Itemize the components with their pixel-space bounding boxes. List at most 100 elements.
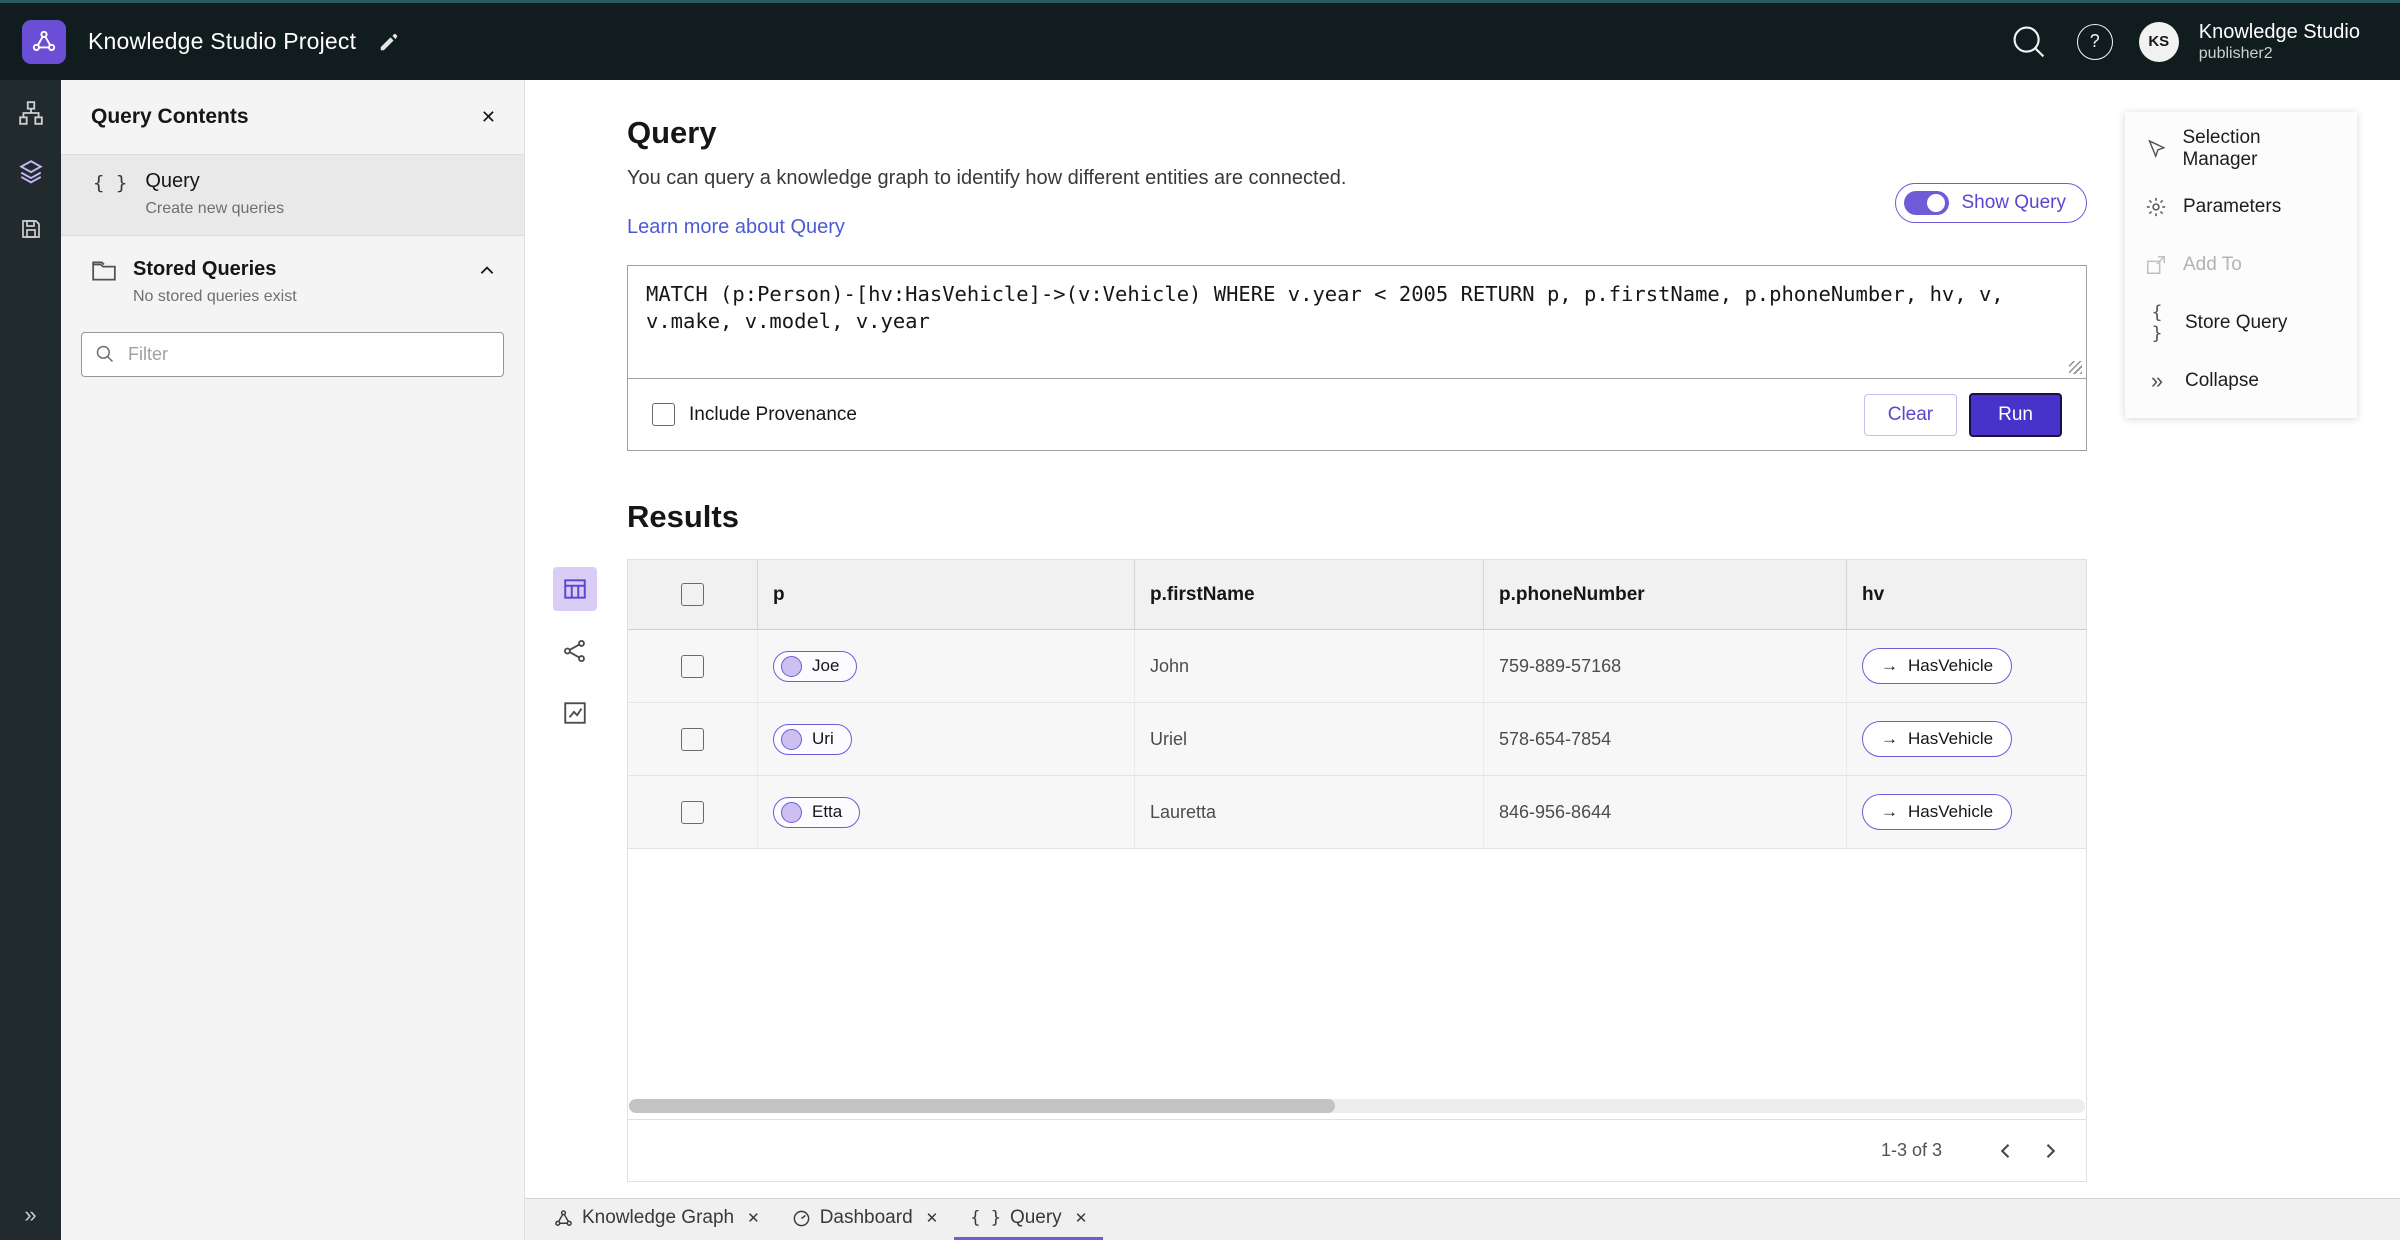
column-header-p[interactable]: p [758,560,1135,629]
topbar: Knowledge Studio Project ? KS Knowledge … [0,0,2400,80]
edge-pill[interactable]: → HasVehicle [1862,721,2013,757]
entity-pill[interactable]: Joe [773,650,858,682]
scrollbar-track[interactable] [629,1099,2085,1113]
query-item[interactable]: { } Query Create new queries [61,154,524,236]
avatar[interactable]: KS [2138,21,2179,62]
selection-manager-item[interactable]: Selection Manager [2125,120,2357,178]
table-row[interactable]: Joe John 759-889-57168 → HasVehicle [628,630,2086,703]
tab-close-icon[interactable]: ✕ [926,1209,939,1227]
show-query-label: Show Query [1961,192,2066,213]
app-logo-icon[interactable] [22,19,66,64]
graph-view-icon[interactable] [553,629,597,673]
folder-icon [92,261,116,281]
bottom-tab-bar: Knowledge Graph ✕ Dashboard ✕ { } Query … [525,1198,2400,1240]
knowledge-graph-icon [555,1209,572,1226]
filter-input[interactable] [81,332,504,377]
username: publisher2 [2198,44,2273,62]
column-header-hv[interactable]: hv [1847,560,2086,629]
add-to-icon [2147,256,2165,274]
stored-queries-label: Stored Queries [133,258,277,280]
cursor-select-icon [2148,139,2166,159]
table-row[interactable]: Etta Lauretta 846-956-8644 → HasVehicle [628,776,2086,849]
tab-dashboard[interactable]: Dashboard ✕ [776,1199,955,1240]
row-checkbox[interactable] [681,727,704,751]
braces-icon: { } [2151,302,2163,344]
cell-firstname: Uriel [1135,703,1484,775]
stored-queries-section[interactable]: Stored Queries No stored queries exist [61,236,524,320]
scrollbar-thumb[interactable] [629,1099,1336,1113]
row-checkbox[interactable] [681,800,704,824]
rail-layers-icon[interactable] [10,150,52,192]
panel-close-icon[interactable]: ✕ [481,107,496,128]
filter-search-icon [96,345,114,363]
main-area: Query You can query a knowledge graph to… [525,80,2400,1240]
include-provenance-checkbox[interactable] [652,403,675,426]
help-icon: ? [2089,31,2100,51]
page-title: Query [627,115,717,150]
entity-pill-label: Etta [812,802,843,821]
braces-icon: { } [970,1208,1001,1228]
column-header-firstname[interactable]: p.firstName [1135,560,1484,629]
tab-query[interactable]: { } Query ✕ [954,1199,1104,1240]
parameters-label: Parameters [2183,196,2282,217]
horizontal-scrollbar [628,1093,2086,1119]
query-item-sublabel: Create new queries [145,200,285,217]
select-all-checkbox[interactable] [681,583,704,606]
help-button[interactable]: ? [2076,23,2113,60]
next-page-icon[interactable] [2028,1129,2072,1173]
cell-firstname: Lauretta [1135,776,1484,848]
entity-dot-icon [781,728,802,750]
rail-save-icon[interactable] [10,208,52,250]
chart-view-icon[interactable] [553,691,597,735]
collapse-icon: » [2150,368,2164,393]
entity-pill-label: Joe [812,656,840,675]
rail-expand-icon[interactable]: » [0,1202,61,1228]
toggle-switch [1904,191,1950,215]
product-name: Knowledge Studio [2198,20,2360,43]
edge-pill[interactable]: → HasVehicle [1862,794,2013,830]
run-button[interactable]: Run [1969,392,2062,437]
previous-page-icon[interactable] [1984,1129,2028,1173]
query-item-label: Query [145,170,200,192]
edit-title-button[interactable] [378,31,400,53]
entity-pill[interactable]: Uri [773,723,852,755]
cell-firstname: John [1135,630,1484,702]
search-button[interactable] [2011,22,2051,62]
show-query-toggle[interactable]: Show Query [1895,183,2087,223]
tab-close-icon[interactable]: ✕ [747,1209,760,1227]
collapse-item[interactable]: » Collapse [2125,352,2357,410]
braces-icon: { } [93,172,128,194]
pagination-range: 1-3 of 3 [1880,1140,1942,1160]
query-editor: MATCH (p:Person)-[hv:HasVehicle]->(v:Veh… [627,265,2087,451]
query-input[interactable]: MATCH (p:Person)-[hv:HasVehicle]->(v:Veh… [628,266,2086,379]
add-to-item: Add To [2125,236,2357,294]
resize-grip[interactable] [2069,361,2082,374]
entity-dot-icon [781,801,802,823]
cell-phonenumber: 578-654-7854 [1484,703,1847,775]
gear-icon [2146,197,2166,217]
edge-pill-label: HasVehicle [1908,656,1994,675]
column-header-phonenumber[interactable]: p.phoneNumber [1484,560,1847,629]
edge-pill[interactable]: → HasVehicle [1862,648,2013,684]
entity-pill[interactable]: Etta [773,796,861,828]
project-title: Knowledge Studio Project [88,28,357,54]
table-view-icon[interactable] [553,567,597,611]
clear-button[interactable]: Clear [1863,393,1958,436]
tab-close-icon[interactable]: ✕ [1075,1209,1088,1227]
store-query-item[interactable]: { } Store Query [2125,294,2357,352]
search-icon [2013,26,2044,57]
user-block: Knowledge Studio publisher2 [2199,20,2360,63]
edge-pill-label: HasVehicle [1908,729,1994,748]
rail-hierarchy-icon[interactable] [10,92,52,134]
collapse-label: Collapse [2185,370,2259,391]
edge-pill-label: HasVehicle [1908,802,1994,821]
learn-more-link[interactable]: Learn more about Query [627,216,845,239]
row-checkbox[interactable] [681,654,704,678]
parameters-item[interactable]: Parameters [2125,178,2357,236]
chevron-up-icon[interactable] [478,262,496,283]
panel-title: Query Contents [91,105,249,128]
table-row[interactable]: Uri Uriel 578-654-7854 → HasVehicle [628,703,2086,776]
results-title: Results [627,499,739,534]
entity-pill-label: Uri [812,729,834,748]
tab-knowledge-graph[interactable]: Knowledge Graph ✕ [538,1199,776,1240]
